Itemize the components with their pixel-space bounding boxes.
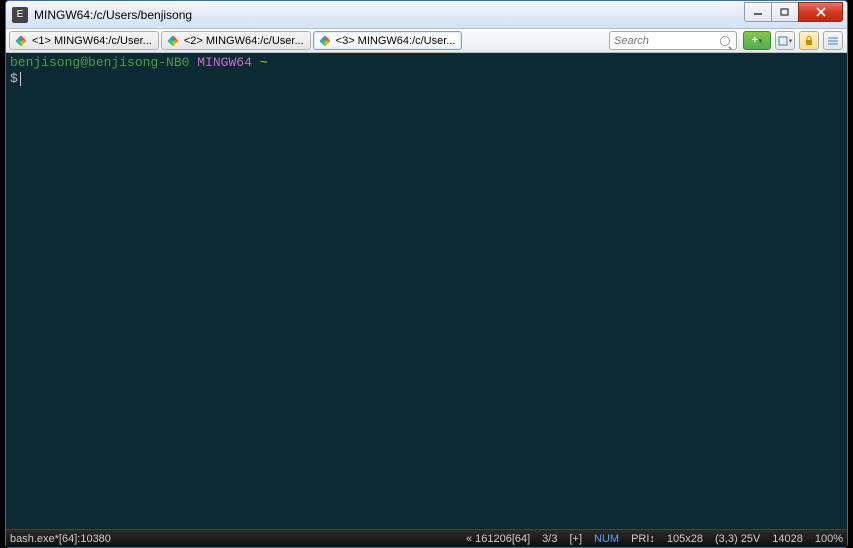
status-cursor: (3,3) 25V xyxy=(715,533,760,545)
term-user: benjisong xyxy=(10,55,80,70)
input-line: $ xyxy=(10,71,843,87)
statusbar: bash.exe*[64]:10380 « 161206[64] 3/3 [+]… xyxy=(6,529,847,547)
terminal-area[interactable]: benjisong@benjisong-NB0 MINGW64 ~ $ xyxy=(6,53,847,529)
close-button[interactable] xyxy=(798,2,843,22)
tab-label: <3> MINGW64:/c/User... xyxy=(336,35,456,47)
tab-3[interactable]: <3> MINGW64:/c/User... xyxy=(313,31,463,50)
term-host: benjisong-NB0 xyxy=(88,55,189,70)
toolbar: <1> MINGW64:/c/User... <2> MINGW64:/c/Us… xyxy=(6,29,847,53)
search-icon xyxy=(720,36,730,46)
term-env: MINGW64 xyxy=(197,55,252,70)
status-process: bash.exe*[64]:10380 xyxy=(10,533,111,545)
new-console-button[interactable]: + xyxy=(743,31,771,50)
terminal-icon xyxy=(166,34,180,48)
terminal-icon xyxy=(318,34,332,48)
term-prompt: $ xyxy=(10,71,18,86)
tab-label: <1> MINGW64:/c/User... xyxy=(32,35,152,47)
tab-1[interactable]: <1> MINGW64:/c/User... xyxy=(9,31,159,50)
status-num[interactable]: NUM xyxy=(594,533,619,545)
titlebar[interactable]: E MINGW64:/c/Users/benjisong xyxy=(6,1,847,29)
search-box[interactable] xyxy=(609,31,737,50)
status-consoles[interactable]: 3/3 xyxy=(542,533,557,545)
window-mode-button[interactable] xyxy=(775,31,795,50)
minimize-button[interactable] xyxy=(744,2,772,22)
window-title: MINGW64:/c/Users/benjisong xyxy=(34,8,745,22)
prompt-line: benjisong@benjisong-NB0 MINGW64 ~ xyxy=(10,55,843,71)
status-session[interactable]: « 161206[64] xyxy=(466,533,530,545)
window-controls xyxy=(745,2,843,22)
terminal-icon xyxy=(14,34,28,48)
status-pid: 14028 xyxy=(772,533,803,545)
status-pri[interactable]: PRI↕ xyxy=(631,533,655,545)
term-path: ~ xyxy=(260,55,268,70)
tab-label: <2> MINGW64:/c/User... xyxy=(184,35,304,47)
settings-button[interactable] xyxy=(823,31,843,50)
status-zoom[interactable]: 100% xyxy=(815,533,843,545)
search-input[interactable] xyxy=(614,35,718,47)
status-size: 105x28 xyxy=(667,533,703,545)
app-window: E MINGW64:/c/Users/benjisong <1> MINGW64… xyxy=(5,0,848,548)
status-add[interactable]: [+] xyxy=(569,533,582,545)
tab-2[interactable]: <2> MINGW64:/c/User... xyxy=(161,31,311,50)
cursor xyxy=(20,72,21,86)
maximize-button[interactable] xyxy=(771,2,799,22)
app-icon: E xyxy=(12,7,28,23)
lock-button[interactable] xyxy=(799,31,819,50)
